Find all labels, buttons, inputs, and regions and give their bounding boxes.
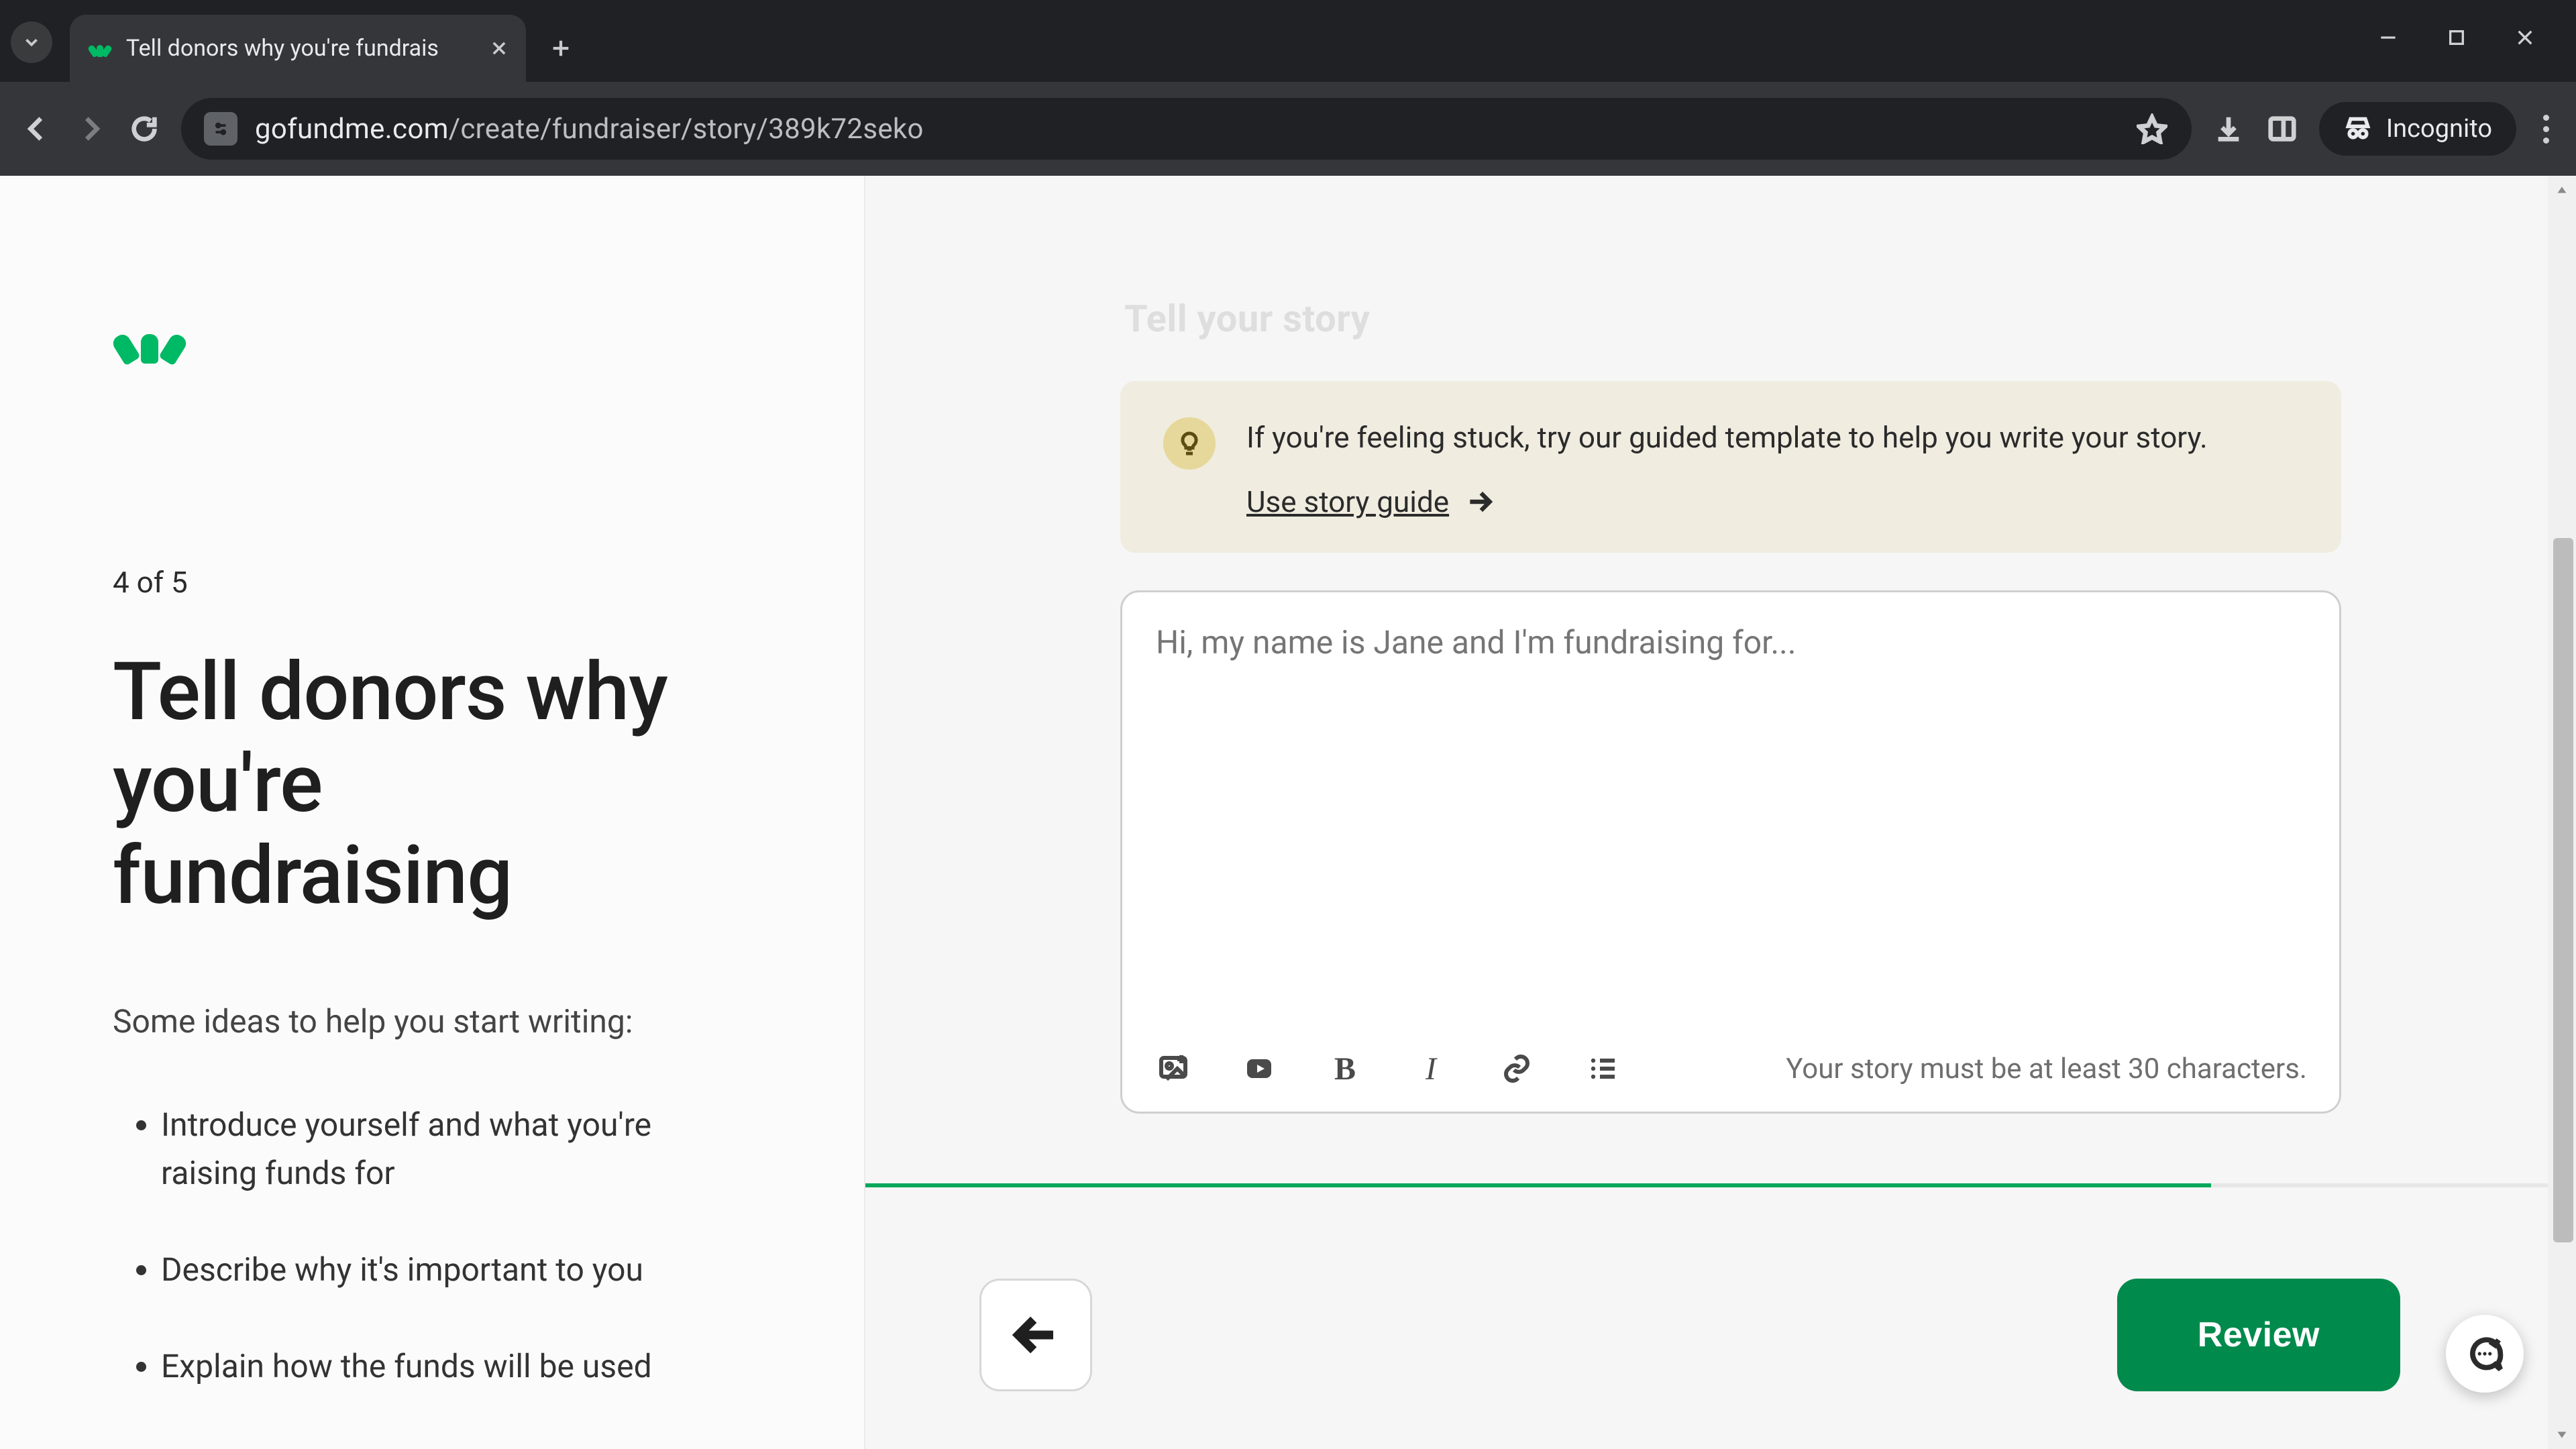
incognito-icon [2343, 114, 2373, 144]
address-bar[interactable]: gofundme.com/create/fundraiser/story/389… [181, 98, 2192, 160]
ideas-list: Introduce yourself and what you're raisi… [113, 1101, 690, 1391]
tab-title: Tell donors why you're fundrais [126, 35, 476, 62]
site-info-icon[interactable] [204, 112, 237, 146]
url-text: gofundme.com/create/fundraiser/story/389… [255, 113, 924, 146]
browser-menu-button[interactable] [2536, 108, 2556, 150]
wizard-progress [865, 1183, 2548, 1187]
nav-forward-button [74, 112, 107, 146]
incognito-indicator[interactable]: Incognito [2319, 102, 2516, 156]
idea-item: Describe why it's important to you [161, 1246, 690, 1294]
new-tab-button[interactable] [541, 28, 581, 68]
incognito-label: Incognito [2386, 114, 2492, 144]
arrow-right-icon [1465, 487, 1495, 517]
side-panel-icon[interactable] [2265, 112, 2299, 146]
min-characters-hint: Your story must be at least 30 character… [1786, 1053, 2307, 1085]
insert-image-button[interactable] [1155, 1050, 1192, 1087]
bookmark-star-icon[interactable] [2135, 112, 2169, 146]
wizard-progress-bar [865, 1183, 2211, 1187]
favicon-icon [87, 36, 113, 61]
downloads-icon[interactable] [2212, 112, 2245, 146]
story-textarea[interactable] [1122, 592, 2339, 1026]
page-title: Tell donors why you're fundraising [113, 647, 730, 922]
help-chat-button[interactable] [2446, 1315, 2524, 1393]
bold-button[interactable]: B [1326, 1050, 1364, 1087]
instructions-pane: 4 of 5 Tell donors why you're fundraisin… [0, 176, 865, 1449]
window-close-icon[interactable] [2514, 27, 2536, 48]
wizard-back-button[interactable] [979, 1279, 1092, 1391]
use-story-guide-link[interactable]: Use story guide [1246, 484, 1495, 519]
bullet-list-button[interactable] [1584, 1050, 1621, 1087]
section-ghost-title: Tell your story [1124, 297, 2341, 341]
arrow-left-icon [1010, 1309, 1062, 1361]
nav-back-button[interactable] [20, 112, 54, 146]
browser-tab[interactable]: Tell donors why you're fundrais [70, 15, 526, 82]
idea-item: Introduce yourself and what you're raisi… [161, 1101, 690, 1197]
tab-search-button[interactable] [11, 21, 52, 63]
step-indicator: 4 of 5 [113, 565, 784, 600]
ideas-subhead: Some ideas to help you start writing: [113, 1002, 784, 1040]
vertical-scrollbar[interactable] [2548, 176, 2576, 1449]
lightbulb-icon [1163, 417, 1216, 470]
idea-item: Explain how the funds will be used [161, 1342, 690, 1391]
gofundme-logo-icon [113, 317, 186, 364]
review-button[interactable]: Review [2117, 1279, 2400, 1391]
tip-text: If you're feeling stuck, try our guided … [1246, 415, 2208, 460]
nav-reload-button[interactable] [127, 112, 161, 146]
editor-pane: Tell your story If you're feeling stuck,… [865, 176, 2576, 1449]
chat-icon [2464, 1333, 2506, 1375]
insert-link-button[interactable] [1498, 1050, 1536, 1087]
insert-video-button[interactable] [1240, 1050, 1278, 1087]
story-editor: B I Your story must be at least 30 chara… [1120, 590, 2341, 1114]
italic-button[interactable]: I [1412, 1050, 1450, 1087]
window-minimize-icon[interactable] [2377, 27, 2399, 48]
story-guide-tip: If you're feeling stuck, try our guided … [1120, 381, 2341, 553]
scrollbar-thumb[interactable] [2553, 538, 2573, 1242]
tab-close-icon[interactable] [490, 39, 508, 58]
window-maximize-icon[interactable] [2446, 27, 2467, 48]
